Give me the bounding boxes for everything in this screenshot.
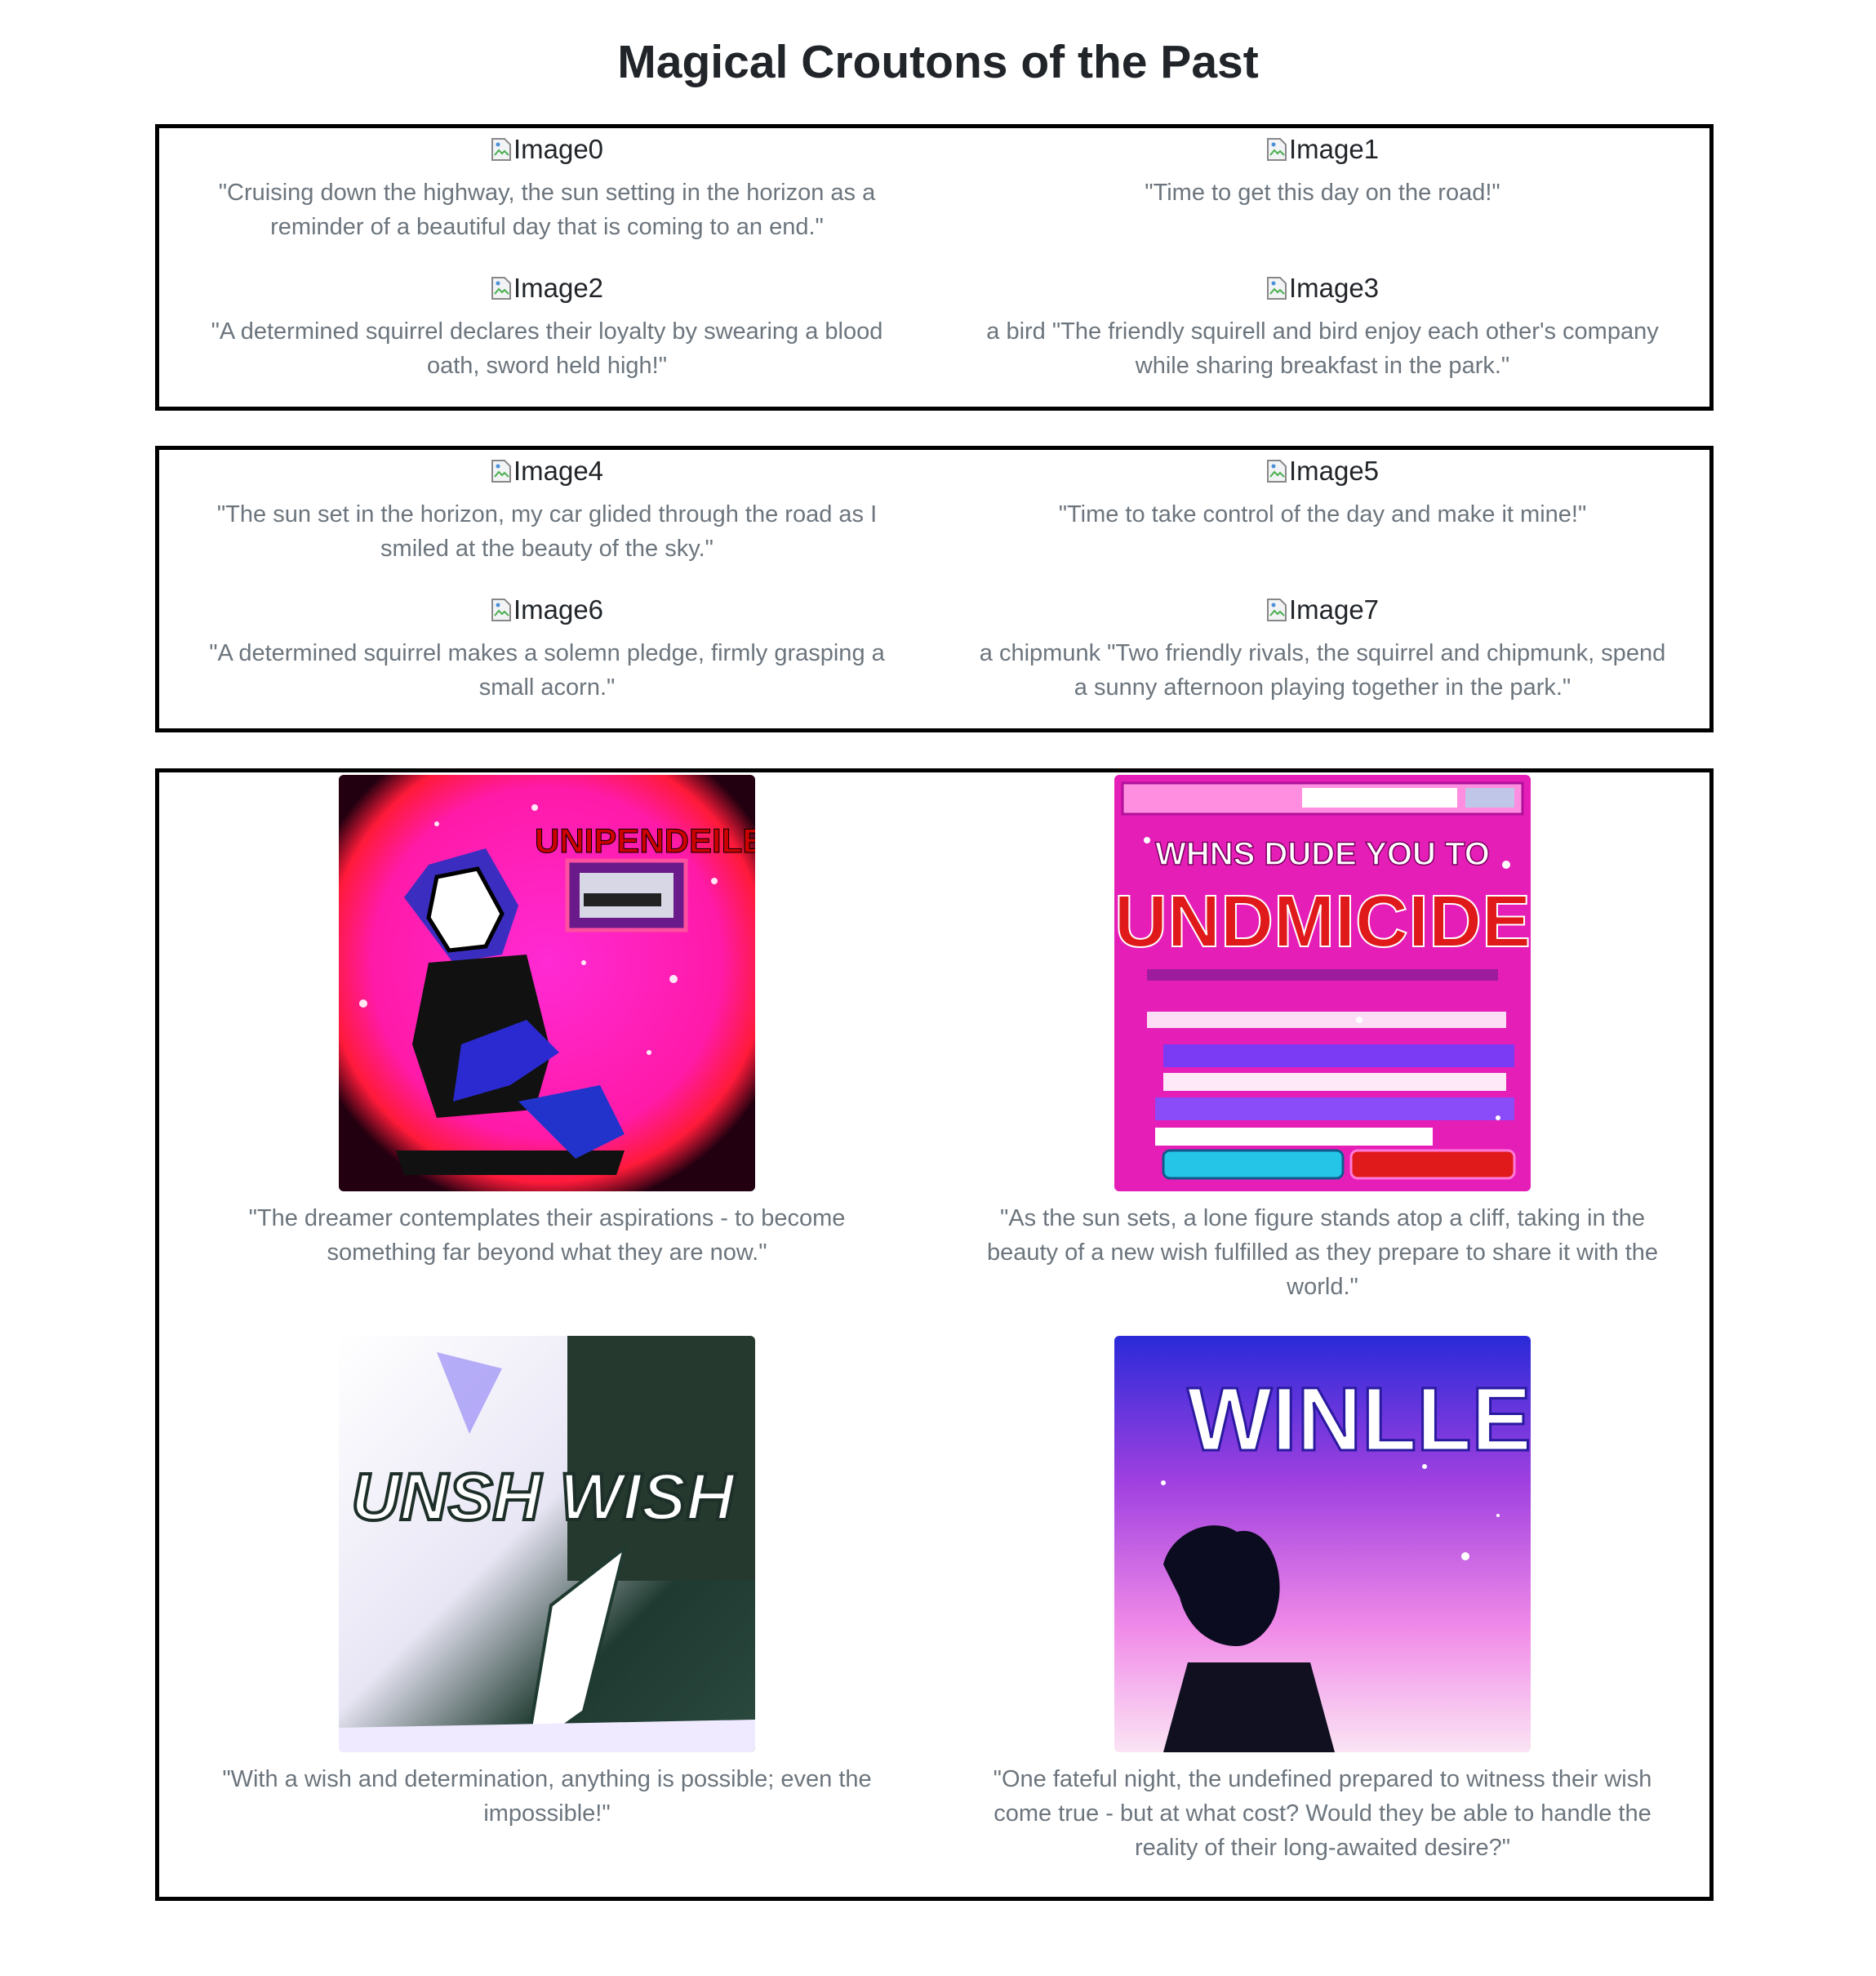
gallery-card: Image2 "A determined squirrel declares t… (159, 272, 935, 383)
image-caption: "The sun set in the horizon, my car glid… (216, 501, 878, 562)
image-caption: "The dreamer contemplates their aspirati… (248, 1205, 846, 1266)
image-overlay-text: UNIPENDEILE (535, 821, 755, 860)
image-alt-text: Image1 (1288, 134, 1380, 164)
image-caption: "Time to take control of the day and mak… (1058, 501, 1587, 527)
image-alt-text: Image0 (513, 134, 604, 164)
broken-image: Image5 (1266, 455, 1379, 487)
gallery-card: Image4 "The sun set in the horizon, my c… (159, 455, 935, 566)
image-alt-text: Image5 (1288, 456, 1380, 486)
image-caption: "Time to get this day on the road!" (1145, 180, 1500, 206)
broken-image: Image1 (1266, 133, 1379, 166)
image-caption: "With a wish and determination, anything… (222, 1766, 872, 1827)
broken-image-icon (491, 599, 511, 621)
broken-image-icon (491, 277, 511, 300)
image-overlay-text: WINLLE (1187, 1369, 1531, 1470)
image-caption: a chipmunk "Two friendly rivals, the squ… (979, 640, 1666, 701)
broken-image-icon (491, 460, 511, 483)
image-alt-text: Image3 (1288, 273, 1380, 303)
broken-image-icon (1266, 599, 1287, 621)
gallery-card: Image6 "A determined squirrel makes a so… (159, 594, 935, 705)
image-overlay-text: UNDMICIDE (1114, 881, 1531, 963)
image-caption: "A determined squirrel makes a solemn pl… (209, 640, 885, 701)
gallery-card: Image5 "Time to take control of the day … (935, 455, 1710, 532)
gallery-card: UNIPENDEILE "The dreamer contemplates th… (159, 775, 935, 1270)
broken-image-icon (1266, 460, 1287, 483)
image-alt-text: Image7 (1288, 594, 1380, 625)
broken-image: Image3 (1266, 272, 1379, 305)
image-caption: "Cruising down the highway, the sun sett… (218, 180, 876, 240)
page-title: Magical Croutons of the Past (617, 36, 1259, 88)
broken-image-icon (1266, 138, 1287, 161)
gallery-card: Image1 "Time to get this day on the road… (935, 133, 1710, 210)
gallery-card: WHNS DUDE YOU TO UNDMICIDE "As the sun s… (935, 775, 1710, 1304)
image-alt-text: Image6 (513, 594, 604, 625)
image-overlay-text: WHNS DUDE YOU TO (1155, 836, 1490, 872)
broken-image-icon (1266, 277, 1287, 300)
image-caption: "As the sun sets, a lone figure stands a… (986, 1205, 1659, 1300)
gallery-card: Image7 a chipmunk "Two friendly rivals, … (935, 594, 1710, 705)
gallery-panel-1: Image0 "Cruising down the highway, the s… (155, 124, 1714, 411)
gallery-card: Image3 a bird "The friendly squirell and… (935, 272, 1710, 383)
image-caption: a bird "The friendly squirell and bird e… (986, 318, 1659, 379)
image-caption: "A determined squirrel declares their lo… (211, 318, 883, 379)
gallery-image-wish: UNSH WISH (339, 1336, 755, 1752)
gallery-card: WINLLE "One fateful night, the undefined… (935, 1336, 1710, 1865)
broken-image: Image7 (1266, 594, 1379, 626)
broken-image: Image6 (491, 594, 603, 626)
gallery-image-dreamer: UNIPENDEILE (339, 775, 755, 1191)
image-alt-text: Image4 (513, 456, 604, 486)
broken-image-icon (491, 138, 511, 161)
image-caption: "One fateful night, the undefined prepar… (993, 1766, 1652, 1861)
gallery-panel-3: UNIPENDEILE "The dreamer contemplates th… (155, 768, 1714, 1901)
gallery-panel-2: Image4 "The sun set in the horizon, my c… (155, 446, 1714, 732)
gallery-card: Image0 "Cruising down the highway, the s… (159, 133, 935, 244)
image-overlay-text: UNSH WISH (351, 1460, 736, 1534)
broken-image: Image2 (491, 272, 603, 305)
gallery-card: UNSH WISH "With a wish and determination… (159, 1336, 935, 1831)
broken-image: Image0 (491, 133, 603, 166)
image-alt-text: Image2 (513, 273, 604, 303)
gallery-image-fateful-night: WINLLE (1114, 1336, 1531, 1752)
broken-image: Image4 (491, 455, 603, 487)
gallery-image-lone-figure: WHNS DUDE YOU TO UNDMICIDE (1114, 775, 1531, 1191)
